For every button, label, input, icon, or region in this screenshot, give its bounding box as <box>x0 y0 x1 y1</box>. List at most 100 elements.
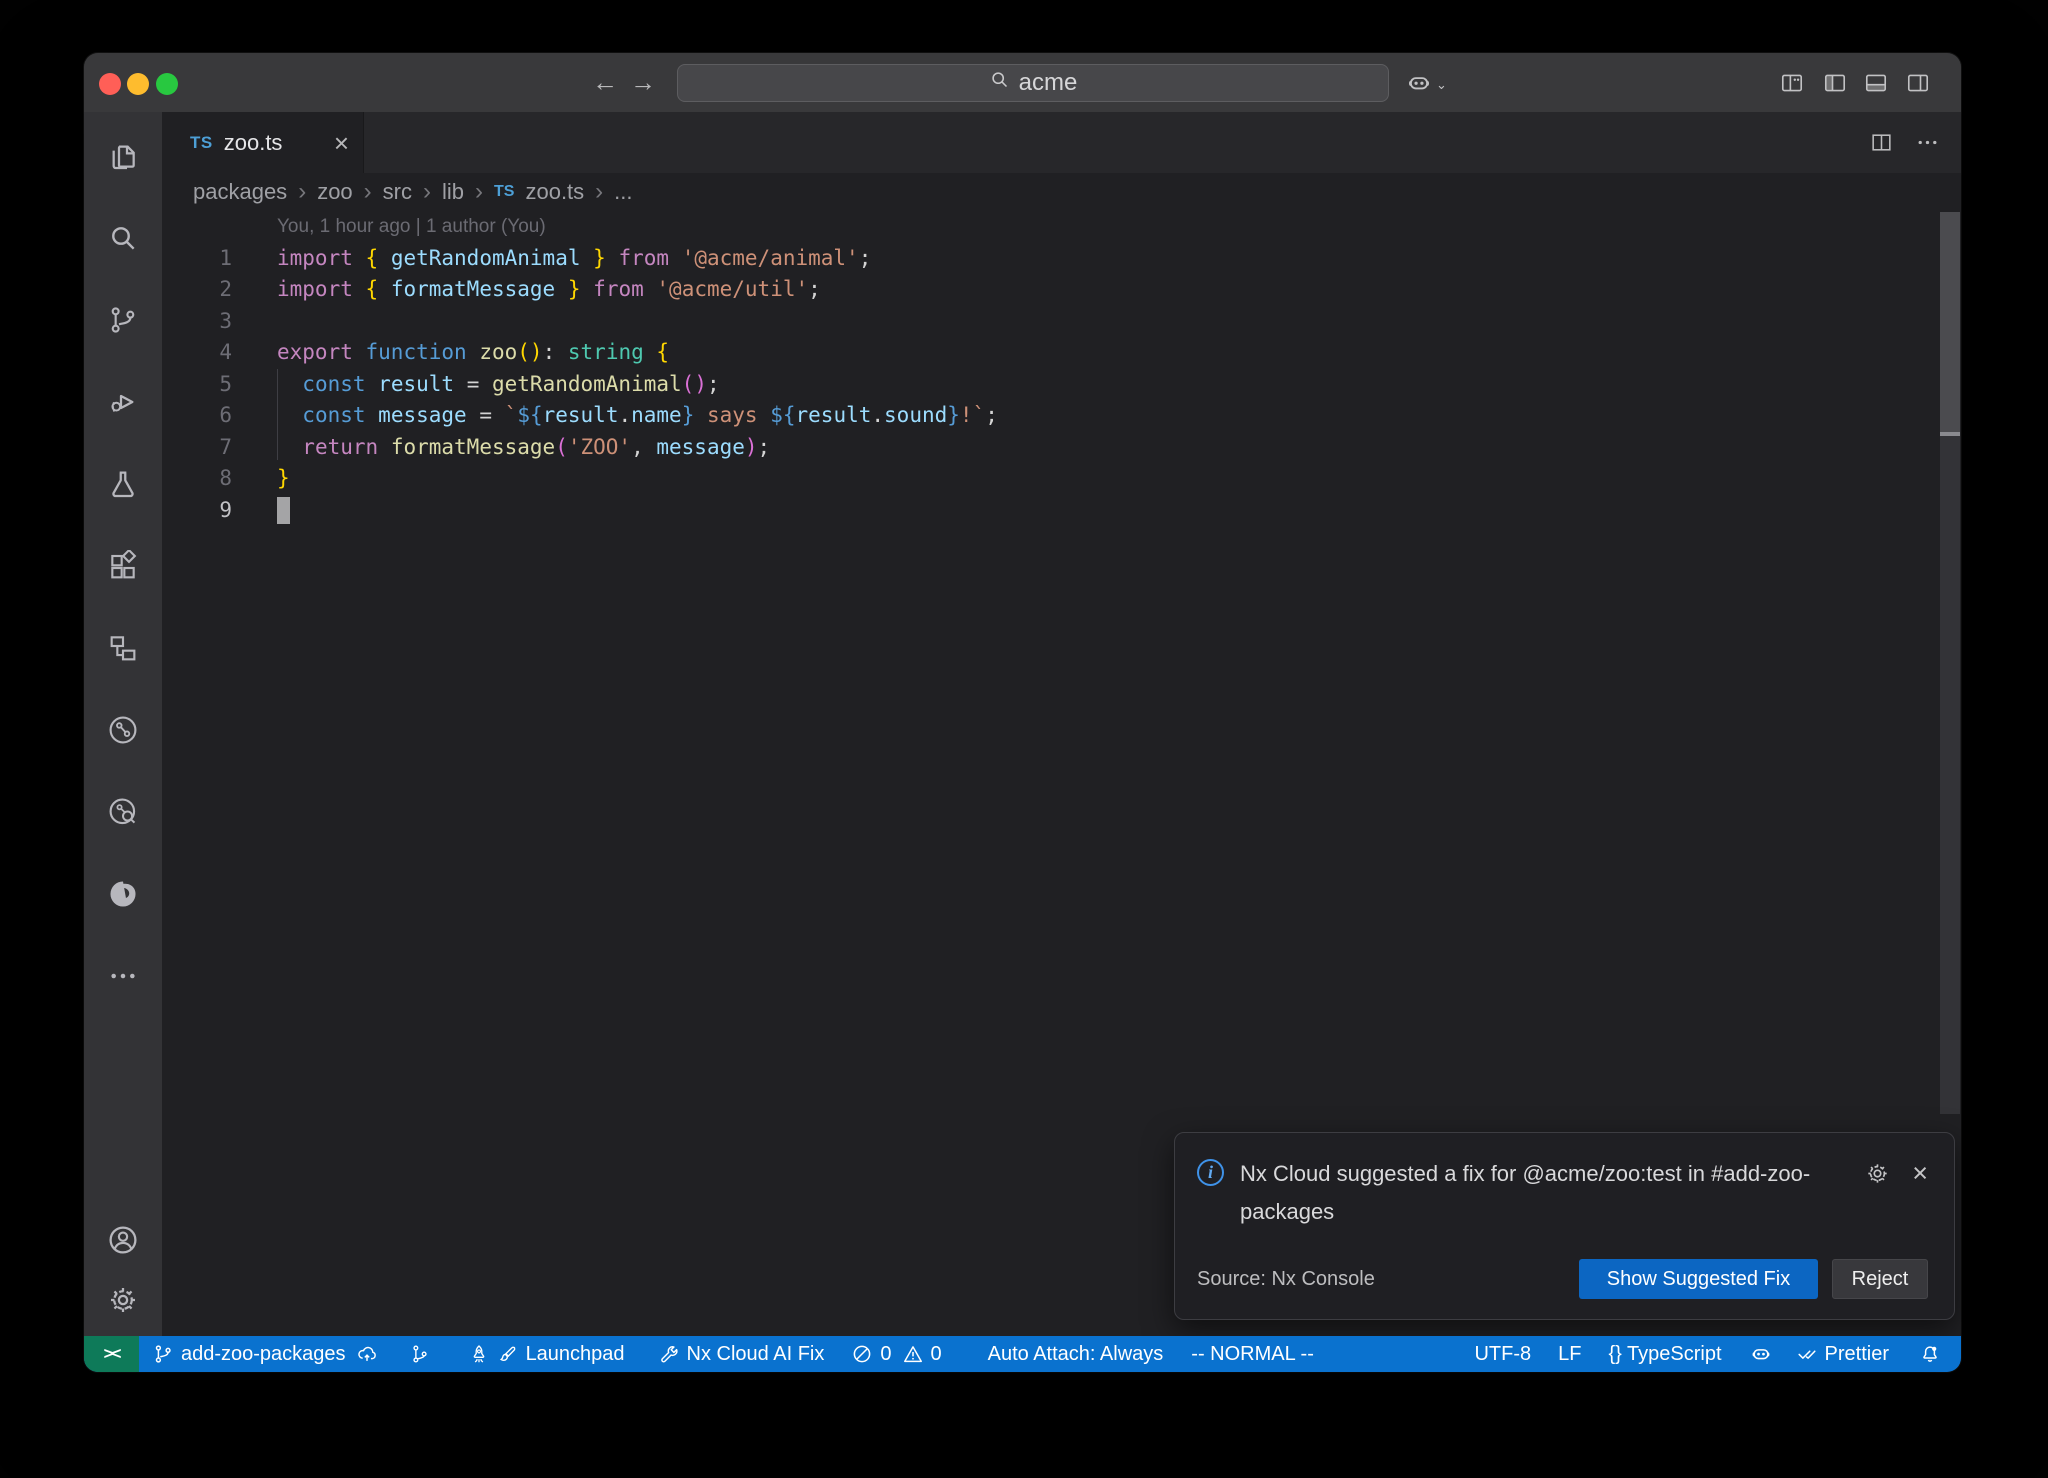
language-item[interactable]: {} TypeScript <box>1608 1343 1721 1366</box>
warning-triangle-icon <box>902 1343 924 1365</box>
minimize-window-button[interactable] <box>127 73 149 95</box>
code-token: = <box>479 403 492 427</box>
error-circle-icon <box>851 1343 873 1365</box>
code-token: ) <box>530 340 543 364</box>
line-number: 2 <box>162 274 232 306</box>
code-line-6[interactable]: 6 const message = `${result.name} says $… <box>162 400 1961 432</box>
chevron-down-icon[interactable]: ⌄ <box>1436 77 1447 93</box>
scrollbar-slider[interactable] <box>1940 212 1960 432</box>
activity-bar-item-run-debug[interactable] <box>106 385 140 419</box>
code-line-9[interactable]: 9 <box>162 495 1961 527</box>
code-line-1[interactable]: 1import { getRandomAnimal } from '@acme/… <box>162 243 1961 275</box>
activity-bar-item-settings-gear[interactable] <box>106 1283 140 1317</box>
git-branch-icon <box>152 1343 174 1365</box>
code-line-3[interactable]: 3 <box>162 306 1961 338</box>
code-token: formatMessage <box>391 435 555 459</box>
encoding-item[interactable]: UTF-8 <box>1474 1343 1531 1366</box>
breadcrumb-item-lib[interactable]: lib <box>442 179 464 205</box>
activity-bar-item-testing[interactable] <box>106 467 140 501</box>
editor-cursor <box>277 497 290 524</box>
reject-button[interactable]: Reject <box>1832 1259 1928 1299</box>
activity-bar-item-more-views[interactable] <box>106 959 140 993</box>
code-token <box>555 277 568 301</box>
code-token: { <box>366 277 379 301</box>
line-number: 4 <box>162 337 232 369</box>
breadcrumb-separator: › <box>475 178 483 206</box>
eol-item[interactable]: LF <box>1558 1343 1581 1366</box>
breadcrumb-item-zoo[interactable]: zoo <box>317 179 352 205</box>
activity-bar-item-edge-tools[interactable] <box>106 877 140 911</box>
code-line-2[interactable]: 2import { formatMessage } from '@acme/ut… <box>162 274 1961 306</box>
breadcrumb-item-src[interactable]: src <box>383 179 412 205</box>
auto-attach-item[interactable]: Auto Attach: Always <box>988 1343 1164 1366</box>
activity-bar-item-circle-branch[interactable] <box>106 713 140 747</box>
status-label: LF <box>1558 1343 1581 1366</box>
code-token <box>644 340 657 364</box>
close-tab-icon[interactable]: × <box>334 130 349 156</box>
code-token: ! <box>960 403 973 427</box>
scrollbar-slider-edge <box>1940 432 1960 436</box>
vim-mode-item[interactable]: -- NORMAL -- <box>1191 1343 1314 1366</box>
problems-item[interactable]: 00 <box>851 1343 941 1366</box>
activity-bar-item-account[interactable] <box>106 1223 140 1257</box>
toggle-panel-icon[interactable] <box>1863 70 1889 96</box>
code-token <box>467 403 480 427</box>
nx-cloud-fix-item[interactable]: Nx Cloud AI Fix <box>658 1343 825 1366</box>
navigate-forward-button[interactable]: → <box>628 67 658 97</box>
code-token: 'ZOO' <box>568 435 631 459</box>
branch-item[interactable]: add-zoo-packages <box>152 1343 378 1366</box>
navigate-back-button[interactable]: ← <box>590 67 620 97</box>
notifications-item[interactable] <box>1919 1343 1941 1365</box>
launchpad-item[interactable]: Launchpad <box>468 1343 625 1366</box>
status-bar: >< add-zoo-packages Launchpad Nx Cloud AI … <box>84 1336 1961 1372</box>
activity-bar-item-extensions[interactable] <box>106 549 140 583</box>
code-line-7[interactable]: 7 return formatMessage('ZOO', message); <box>162 432 1961 464</box>
activity-bar-item-circle-branch-search[interactable] <box>106 795 140 829</box>
activity-bar-item-org-chart[interactable] <box>106 631 140 665</box>
remote-indicator[interactable]: >< <box>84 1336 139 1372</box>
breadcrumb-item-packages[interactable]: packages <box>193 179 287 205</box>
copilot-status-item[interactable] <box>1750 1343 1772 1365</box>
zoom-window-button[interactable] <box>156 73 178 95</box>
code-token <box>669 246 682 270</box>
more-actions-icon[interactable] <box>1915 130 1940 155</box>
toggle-primary-sidebar-icon[interactable] <box>1822 70 1848 96</box>
activity-bar-item-source-control[interactable] <box>106 303 140 337</box>
breadcrumb-symbol-tail[interactable]: ... <box>614 179 632 205</box>
code-token: import <box>277 277 353 301</box>
activity-bar-item-explorer[interactable] <box>106 139 140 173</box>
code-token <box>378 277 391 301</box>
status-label: Prettier <box>1825 1343 1889 1366</box>
toggle-secondary-sidebar-icon[interactable] <box>1905 70 1931 96</box>
code-token: name <box>631 403 682 427</box>
code-token: } <box>277 466 290 490</box>
code-token <box>580 246 593 270</box>
status-label: 0 <box>880 1343 891 1366</box>
code-token: ( <box>517 340 530 364</box>
split-editor-icon[interactable] <box>1869 130 1894 155</box>
breadcrumb-separator: › <box>298 178 306 206</box>
code-token: } <box>947 403 960 427</box>
prettier-item[interactable]: Prettier <box>1796 1343 1889 1366</box>
command-center-search[interactable]: acme <box>677 64 1389 102</box>
code-token <box>492 403 505 427</box>
code-line-8[interactable]: 8} <box>162 463 1961 495</box>
show-suggested-fix-button[interactable]: Show Suggested Fix <box>1579 1259 1818 1299</box>
close-window-button[interactable] <box>99 73 121 95</box>
scm-graph-item[interactable] <box>409 1343 431 1365</box>
breadcrumb-separator: › <box>364 178 372 206</box>
line-number: 7 <box>162 432 232 464</box>
copilot-icon[interactable] <box>1406 70 1432 96</box>
code-line-5[interactable]: 5 const result = getRandomAnimal(); <box>162 369 1961 401</box>
code-token: string <box>568 340 644 364</box>
code-token: , <box>631 435 644 459</box>
customize-layout-icon[interactable] <box>1779 70 1805 96</box>
status-label: Launchpad <box>526 1343 625 1366</box>
breadcrumb-item-file[interactable]: zoo.ts <box>525 179 584 205</box>
tab-zoo-ts[interactable]: TS zoo.ts × <box>162 112 364 173</box>
activity-bar-item-search[interactable] <box>106 221 140 255</box>
notification-settings-gear-icon[interactable] <box>1865 1161 1890 1191</box>
code-line-4[interactable]: 4export function zoo(): string { <box>162 337 1961 369</box>
code-token: ; <box>808 277 821 301</box>
notification-close-icon[interactable]: × <box>1912 1161 1928 1191</box>
